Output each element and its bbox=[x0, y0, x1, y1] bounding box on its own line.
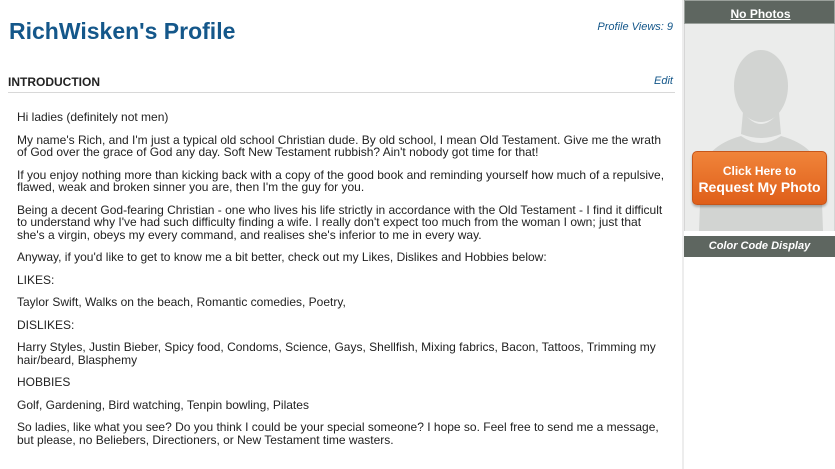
page-title: RichWisken's Profile bbox=[9, 18, 236, 44]
dislikes-list: Harry Styles, Justin Bieber, Spicy food,… bbox=[17, 340, 656, 367]
color-code-display-label: Color Code Display bbox=[708, 240, 811, 252]
introduction-header: INTRODUCTION Edit bbox=[8, 75, 675, 93]
intro-paragraph: If you enjoy nothing more than kicking b… bbox=[17, 167, 665, 194]
intro-paragraph: My name's Rich, and I'm just a typical o… bbox=[17, 132, 661, 159]
intro-paragraph: Anyway, if you'd like to get to know me … bbox=[17, 250, 547, 264]
likes-heading: LIKES: bbox=[17, 272, 55, 287]
profile-main: RichWisken's Profile Profile Views: 9 IN… bbox=[0, 0, 683, 469]
profile-views-count: Profile Views: 9 bbox=[597, 21, 673, 33]
photo-sidebar: No Photos Click Here to Request My Photo… bbox=[684, 0, 835, 469]
introduction-body: Hi ladies (definitely not men) My name's… bbox=[17, 111, 667, 456]
color-code-display-bar[interactable]: Color Code Display bbox=[684, 236, 835, 257]
hobbies-list: Golf, Gardening, Bird watching, Tenpin b… bbox=[17, 397, 309, 412]
edit-introduction-link[interactable]: Edit bbox=[654, 75, 673, 87]
no-photos-link[interactable]: No Photos bbox=[685, 7, 835, 21]
likes-list: Taylor Swift, Walks on the beach, Romant… bbox=[17, 295, 346, 309]
intro-paragraph: So ladies, like what you see? Do you thi… bbox=[17, 420, 659, 447]
hobbies-heading: HOBBIES bbox=[17, 375, 71, 389]
introduction-heading: INTRODUCTION bbox=[8, 75, 100, 89]
no-photos-bar: No Photos bbox=[684, 0, 835, 24]
request-photo-button[interactable]: Click Here to Request My Photo bbox=[692, 151, 827, 205]
intro-paragraph: Being a decent God-fearing Christian - o… bbox=[17, 202, 663, 242]
dislikes-heading: DISLIKES: bbox=[17, 317, 75, 332]
intro-paragraph: Hi ladies (definitely not men) bbox=[17, 110, 169, 124]
request-photo-line1: Click Here to bbox=[722, 164, 797, 178]
request-photo-line2: Request My Photo bbox=[698, 179, 821, 195]
